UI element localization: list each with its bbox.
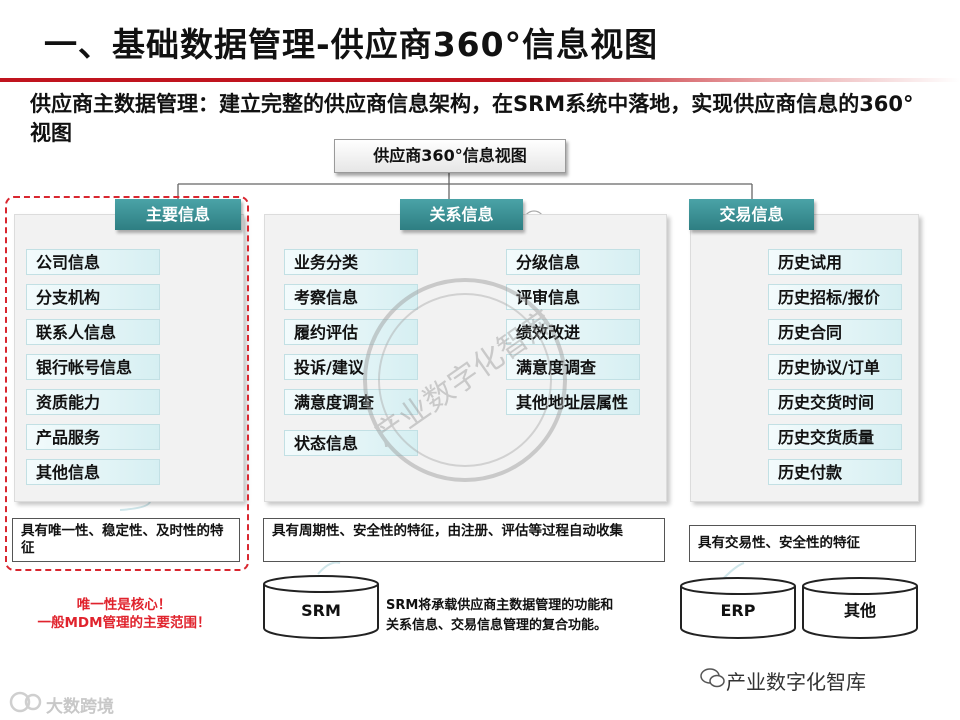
feature-trade-info: 具有交易性、安全性的特征 xyxy=(689,525,916,562)
watermark-stamp: 产业数字化智库 xyxy=(363,278,567,482)
item-trade-4: 历史协议/订单 xyxy=(768,354,902,380)
erp-cylinder: ERP xyxy=(680,577,796,639)
mdm-scope-highlight xyxy=(5,196,249,571)
logo-icon xyxy=(9,691,42,713)
other-label: 其他 xyxy=(844,601,876,620)
erp-label: ERP xyxy=(721,601,756,620)
srm-label: SRM xyxy=(301,601,341,620)
logo-text: 大数跨境 xyxy=(46,697,114,717)
note-line-1: 唯一性是核心！ xyxy=(76,597,172,613)
feature-relation-info: 具有周期性、安全性的特征，由注册、评估等过程自动收集 xyxy=(263,518,665,562)
item-trade-2: 历史招标/报价 xyxy=(768,284,902,310)
item-trade-1: 历史试用 xyxy=(768,249,902,275)
note-line-2: 一般MDM管理的主要范围！ xyxy=(37,615,211,631)
srm-cylinder: SRM xyxy=(263,575,379,639)
item-trade-3: 历史合同 xyxy=(768,319,902,345)
root-node: 供应商360°信息视图 xyxy=(334,139,566,173)
watermark-caption: 产业数字化智库 xyxy=(726,670,866,694)
wechat-icon xyxy=(700,668,725,688)
header-relation-info: 关系信息 xyxy=(400,199,523,230)
item-trade-6: 历史交货质量 xyxy=(768,424,902,450)
header-trade-info: 交易信息 xyxy=(689,199,814,230)
srm-desc-line-1: SRM将承载供应商主数据管理的功能和 xyxy=(386,598,614,613)
item-trade-5: 历史交货时间 xyxy=(768,389,902,415)
item-trade-7: 历史付款 xyxy=(768,459,902,485)
other-cylinder: 其他 xyxy=(802,577,918,639)
srm-desc-line-2: 关系信息、交易信息管理的复合功能。 xyxy=(386,618,608,633)
